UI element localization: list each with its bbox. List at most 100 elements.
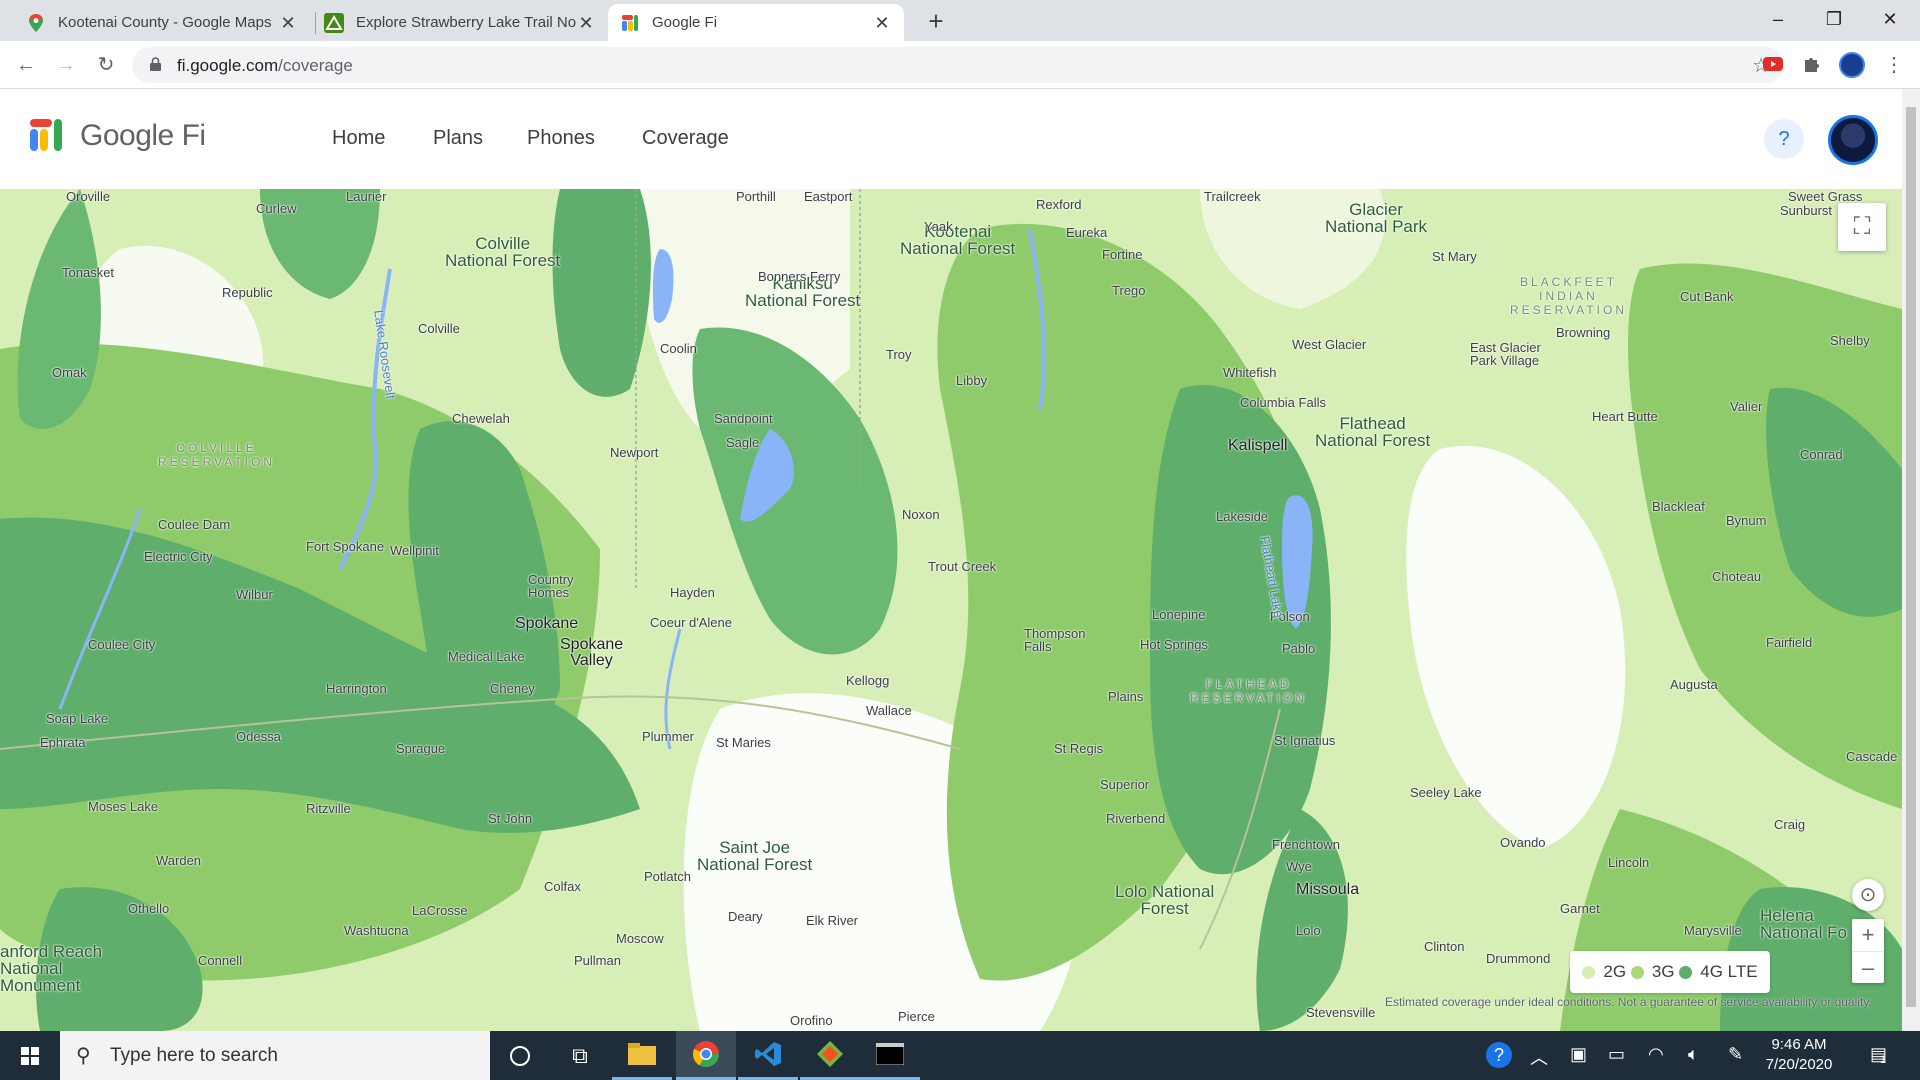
map-label-noxon: Noxon — [902, 507, 940, 522]
map-label-riverbend: Riverbend — [1106, 811, 1166, 826]
taskbar-search-box[interactable]: ⚲ Type here to search — [60, 1031, 490, 1080]
map-label-fairfield: Fairfield — [1766, 635, 1813, 650]
map-label-trailcreek: Trailcreek — [1204, 189, 1261, 204]
terminal-taskbar-icon[interactable] — [860, 1031, 920, 1080]
nav-home[interactable]: Home — [332, 127, 385, 150]
map-label-st-regis: St Regis — [1054, 741, 1104, 756]
map-label-colville-nf: Colville National Forest — [445, 234, 561, 270]
new-tab-button[interactable]: + — [922, 7, 950, 35]
zoom-out-button[interactable]: – — [1852, 951, 1884, 983]
back-button[interactable]: ← — [12, 51, 40, 79]
map-label-coulee-dam: Coulee Dam — [158, 517, 231, 532]
fi-brand-name[interactable]: Google Fi — [80, 119, 206, 153]
file-explorer-icon[interactable] — [612, 1031, 672, 1080]
tab-google-maps[interactable]: Kootenai County - Google Maps ✕ — [14, 4, 310, 41]
map-label-blackleaf: Blackleaf — [1652, 499, 1705, 514]
url-path: /coverage — [278, 56, 353, 75]
tab-close-icon[interactable]: ✕ — [278, 13, 298, 33]
task-view-icon[interactable]: ⧉ — [550, 1031, 610, 1080]
forward-button[interactable]: → — [52, 51, 80, 79]
volume-muted-icon[interactable]: 🔈︎ — [1688, 1044, 1699, 1065]
map-label-elk-river: Elk River — [806, 913, 859, 928]
google-fi-logo-icon[interactable] — [30, 119, 62, 151]
nav-phones[interactable]: Phones — [527, 127, 595, 150]
help-tray-icon[interactable]: ? — [1486, 1042, 1512, 1068]
map-label-st-maries: St Maries — [716, 735, 771, 750]
map-label-pablo: Pablo — [1282, 641, 1316, 656]
map-label-valier: Valier — [1730, 399, 1763, 414]
address-bar[interactable]: fi.google.com/coverage ☆ — [132, 47, 1784, 83]
tab-google-fi[interactable]: Google Fi ✕ — [608, 4, 904, 41]
minimize-button[interactable]: – — [1750, 0, 1806, 41]
map-label-fortine: Fortine — [1102, 247, 1143, 262]
network-adapter-tray-icon[interactable]: ▣ — [1570, 1044, 1587, 1065]
map-label-hot-springs: Hot Springs — [1140, 637, 1208, 652]
map-label-lakeside: Lakeside — [1216, 509, 1269, 524]
map-label-chewelah: Chewelah — [452, 411, 510, 426]
legend-2g-swatch — [1582, 965, 1596, 979]
profile-avatar[interactable] — [1839, 52, 1865, 78]
map-label-newport: Newport — [610, 445, 659, 460]
coverage-map[interactable]: Colville National Forest Kootenai Nation… — [0, 189, 1902, 1031]
map-label-fort-spokane: Fort Spokane — [306, 539, 385, 554]
my-location-button[interactable]: ⊙ — [1852, 879, 1884, 911]
taskbar-clock[interactable]: 9:46 AM 7/20/2020 — [1754, 1035, 1844, 1075]
vscode-taskbar-icon[interactable] — [738, 1031, 798, 1080]
map-label-troy: Troy — [886, 347, 912, 362]
zoom-in-button[interactable]: + — [1852, 919, 1884, 951]
battery-icon[interactable]: ▭ — [1608, 1044, 1625, 1065]
coverage-disclaimer: Estimated coverage under ideal condition… — [1385, 995, 1872, 1009]
tab-strip: Kootenai County - Google Maps ✕ Explore … — [0, 0, 1920, 41]
map-label-deary: Deary — [728, 909, 763, 924]
map-label-sandpoint: Sandpoint — [714, 411, 773, 426]
legend-3g: 3G — [1630, 962, 1675, 982]
clock-date: 7/20/2020 — [1765, 1056, 1833, 1073]
map-label-soap-lake: Soap Lake — [46, 711, 109, 726]
tab-close-icon[interactable]: ✕ — [576, 13, 596, 33]
pen-workspace-icon[interactable]: ✎ — [1728, 1044, 1743, 1065]
map-label-plains: Plains — [1108, 689, 1144, 704]
map-label-curlew: Curlew — [256, 201, 297, 216]
tab-title: Explore Strawberry Lake Trail No — [356, 14, 576, 31]
page-scrollbar[interactable] — [1902, 89, 1920, 1031]
cortana-icon[interactable] — [490, 1031, 550, 1080]
map-label-saint-joe-nf: Saint Joe National Forest — [697, 838, 813, 874]
tab-title: Google Fi — [652, 14, 718, 31]
git-app-taskbar-icon[interactable] — [800, 1031, 860, 1080]
tab-alltrails[interactable]: Explore Strawberry Lake Trail No ✕ — [312, 4, 608, 41]
action-center-icon[interactable]: ▤ 1 — [1870, 1044, 1887, 1066]
help-button[interactable]: ? — [1764, 119, 1804, 159]
tab-close-icon[interactable]: ✕ — [872, 13, 892, 33]
map-label-marysville: Marysville — [1684, 923, 1742, 938]
wifi-icon[interactable]: ◠ — [1648, 1044, 1664, 1065]
map-label-sprague: Sprague — [396, 741, 446, 756]
map-label-garnet: Garnet — [1560, 901, 1600, 916]
map-label-pullman: Pullman — [574, 953, 621, 968]
close-window-button[interactable]: ✕ — [1862, 0, 1918, 41]
legend-4g-label: 4G LTE — [1700, 962, 1758, 981]
map-label-lonepine: Lonepine — [1152, 607, 1206, 622]
chrome-menu-icon[interactable]: ⋮ — [1880, 51, 1908, 79]
fullscreen-button[interactable]: ⛶ — [1838, 203, 1886, 251]
nav-coverage[interactable]: Coverage — [642, 127, 729, 150]
map-label-st-ignatius: St Ignatius — [1274, 733, 1336, 748]
map-label-frenchtown: Frenchtown — [1272, 837, 1340, 852]
map-label-whitefish: Whitefish — [1223, 365, 1277, 380]
map-label-spokane-valley: Spokane Valley — [560, 636, 624, 669]
map-label-electric-city: Electric City — [144, 549, 213, 564]
reload-button[interactable]: ↻ — [92, 51, 120, 79]
account-avatar[interactable] — [1828, 115, 1878, 165]
windows-start-icon[interactable] — [0, 1031, 60, 1080]
show-hidden-icons-chevron[interactable]: ︿ — [1530, 1044, 1548, 1070]
search-placeholder: Type here to search — [110, 1044, 278, 1066]
restore-button[interactable]: ❐ — [1806, 0, 1862, 41]
nav-plans[interactable]: Plans — [433, 127, 483, 150]
chrome-taskbar-icon[interactable] — [676, 1031, 736, 1080]
youtube-extension-icon[interactable] — [1762, 53, 1784, 75]
scrollbar-thumb[interactable] — [1906, 107, 1916, 1007]
map-label-superior: Superior — [1100, 777, 1150, 792]
map-label-odessa: Odessa — [236, 729, 281, 744]
google-fi-icon — [622, 14, 638, 31]
map-label-blackfeet-res: BLACKFEET INDIAN RESERVATION — [1510, 275, 1628, 317]
extensions-puzzle-icon[interactable] — [1801, 53, 1823, 75]
